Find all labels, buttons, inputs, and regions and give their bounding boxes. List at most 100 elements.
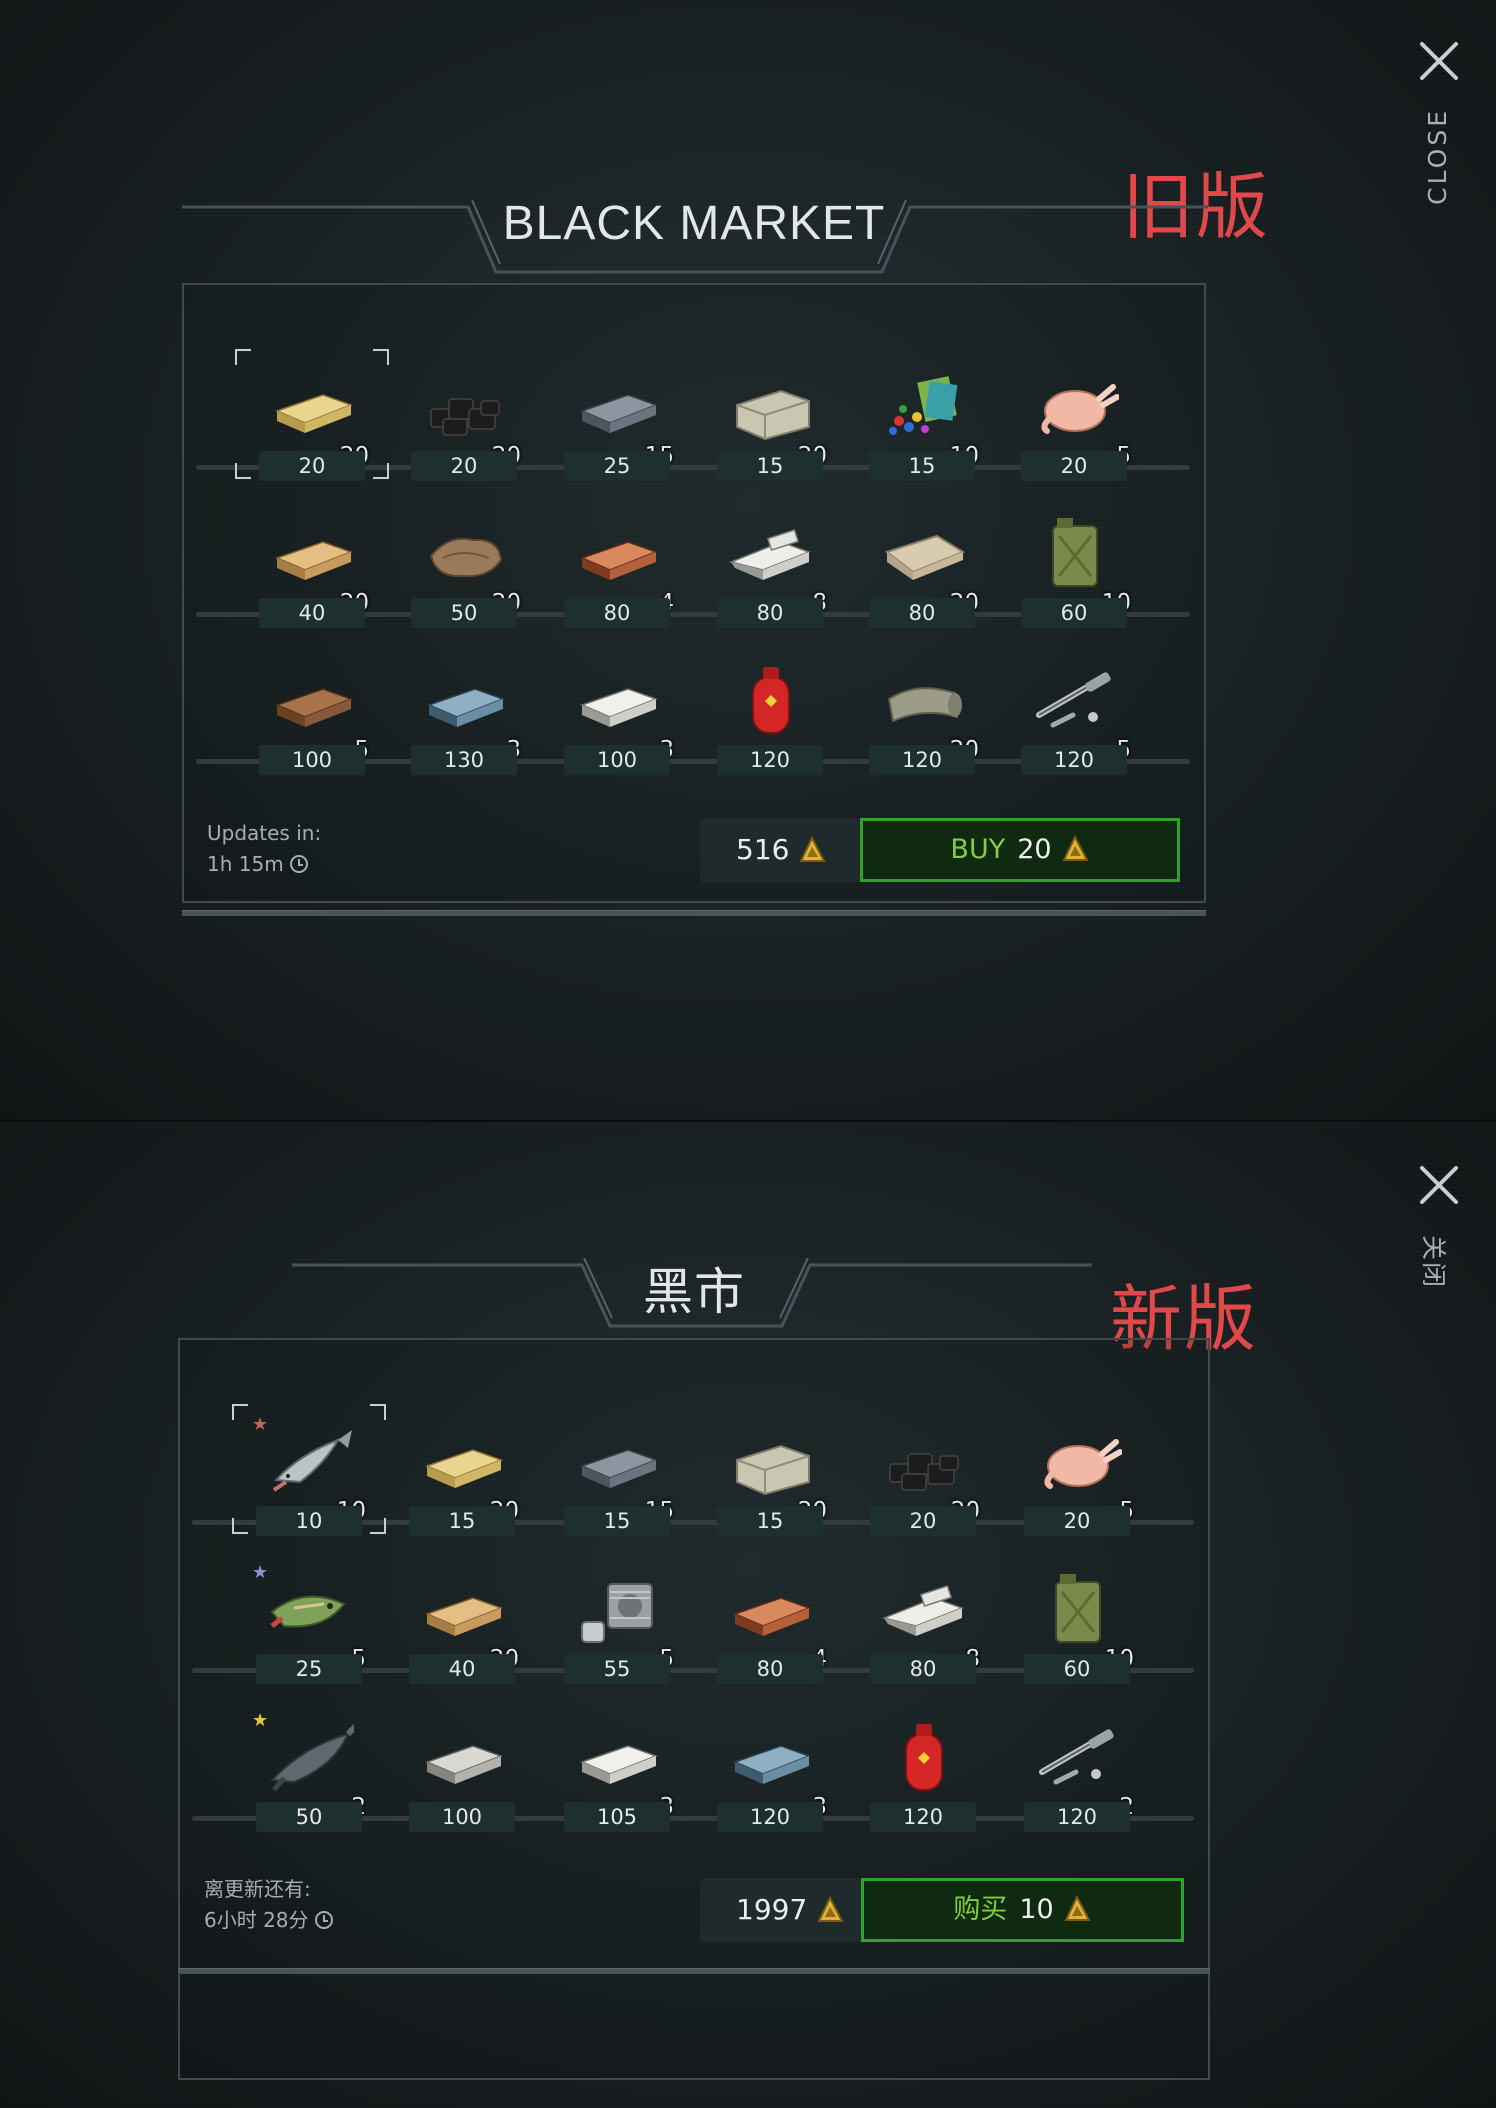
updates-time-value: 6小时 28分 xyxy=(204,1908,309,1932)
item-price: 20 xyxy=(411,451,517,481)
item-price: 25 xyxy=(564,451,670,481)
item-price: 10 xyxy=(256,1506,362,1536)
silver-bar-icon xyxy=(572,1716,662,1796)
item-price: 120 xyxy=(869,745,975,775)
coin-icon xyxy=(1061,834,1089,861)
selection-bracket xyxy=(235,463,251,479)
item-price: 80 xyxy=(717,1654,823,1684)
close-icon[interactable] xyxy=(1416,38,1462,84)
coal-icon xyxy=(419,365,509,445)
aluminum-bars-icon xyxy=(878,1568,968,1648)
iron-bar-icon xyxy=(572,365,662,445)
item-price: 15 xyxy=(564,1506,670,1536)
item-price: 100 xyxy=(409,1802,515,1832)
close-icon[interactable] xyxy=(1416,1162,1462,1208)
coin-icon xyxy=(799,835,827,862)
gas-cylinder-icon xyxy=(878,1716,968,1796)
black-market-panel-old: CLOSE 旧版 BLACK MARKET 20202020 152520151… xyxy=(0,0,1496,1120)
item-price: 120 xyxy=(1021,745,1127,775)
steel-bar-icon xyxy=(419,659,509,739)
buy-button[interactable]: BUY 20 xyxy=(860,818,1180,882)
update-timer: 离更新还有: 6小时 28分 xyxy=(204,1874,333,1936)
wood-plank-icon xyxy=(267,365,357,445)
currency-balance: 1997 xyxy=(700,1878,864,1942)
sturgeon-icon xyxy=(264,1716,359,1796)
updates-label: Updates in: xyxy=(207,821,322,845)
copper-bar-icon xyxy=(572,512,662,592)
steel-bar-icon xyxy=(725,1716,815,1796)
cloth-icon xyxy=(877,512,967,592)
update-timer: Updates in: 1h 15m xyxy=(207,818,321,880)
chemicals-icon xyxy=(877,365,967,445)
item-price: 80 xyxy=(870,1654,976,1684)
item-price: 80 xyxy=(564,598,670,628)
selection-bracket xyxy=(373,463,389,479)
coal-icon xyxy=(878,1420,968,1500)
selection-bracket xyxy=(232,1404,248,1420)
balance-value: 1997 xyxy=(736,1893,808,1926)
item-price: 15 xyxy=(409,1506,515,1536)
buy-cost: 20 xyxy=(1017,834,1052,865)
pike-icon xyxy=(264,1568,354,1648)
raw-chicken-icon xyxy=(1029,365,1120,445)
item-price: 120 xyxy=(717,745,823,775)
buy-cost: 10 xyxy=(1019,1894,1054,1925)
item-price: 60 xyxy=(1024,1654,1130,1684)
selection-bracket xyxy=(370,1404,386,1420)
stone-block-icon xyxy=(725,1420,815,1500)
gas-cylinder-icon xyxy=(725,659,815,739)
iron-bar-icon xyxy=(572,1420,662,1500)
updates-label: 离更新还有: xyxy=(204,1877,311,1901)
item-price: 20 xyxy=(1021,451,1127,481)
close-label[interactable]: 关闭 xyxy=(1417,1235,1453,1289)
frame-bottom-bar xyxy=(182,910,1206,916)
wood-plank-icon xyxy=(417,1420,507,1500)
wool-roll-icon xyxy=(877,659,967,739)
item-price: 120 xyxy=(870,1802,976,1832)
buy-label: 购买 xyxy=(953,1894,1008,1925)
coin-icon xyxy=(1064,1894,1091,1921)
rarity-star-icon: ★ xyxy=(252,1414,269,1435)
clock-icon xyxy=(314,1911,333,1929)
titanium-bar-icon xyxy=(417,1716,507,1796)
board-icon xyxy=(417,1568,507,1648)
currency-balance: 516 xyxy=(700,818,862,882)
buy-button[interactable]: 购买 10 xyxy=(861,1878,1184,1942)
rifle-parts-icon xyxy=(1032,1716,1122,1796)
item-price: 100 xyxy=(564,745,670,775)
rarity-star-icon: ★ xyxy=(252,1562,269,1583)
coin-icon xyxy=(817,1895,844,1922)
item-price: 55 xyxy=(564,1654,670,1684)
rifle-parts-icon xyxy=(1029,659,1119,739)
item-price: 15 xyxy=(717,451,823,481)
item-price: 60 xyxy=(1021,598,1127,628)
selection-bracket xyxy=(373,349,389,365)
updates-time: 6小时 28分 xyxy=(204,1905,333,1936)
item-price: 50 xyxy=(411,598,517,628)
selection-bracket xyxy=(370,1518,386,1534)
item-price: 80 xyxy=(869,598,975,628)
page-title: BLACK MARKET xyxy=(502,197,886,250)
item-price: 15 xyxy=(717,1506,823,1536)
item-price: 120 xyxy=(717,1802,823,1832)
item-price: 105 xyxy=(564,1802,670,1832)
leather-icon xyxy=(419,512,509,592)
raw-chicken-icon xyxy=(1032,1420,1123,1500)
engine-cylinder-icon xyxy=(572,1568,662,1648)
page-title: 黑市 xyxy=(643,1264,745,1320)
buy-label: BUY xyxy=(950,834,1006,865)
item-price: 100 xyxy=(259,745,365,775)
frame-bottom-bar xyxy=(178,1968,1210,1974)
item-price: 80 xyxy=(717,598,823,628)
item-price: 15 xyxy=(869,451,975,481)
updates-time: 1h 15m xyxy=(207,849,321,880)
selection-bracket xyxy=(235,349,251,365)
item-price: 40 xyxy=(409,1654,515,1684)
item-price: 20 xyxy=(259,451,365,481)
selection-bracket xyxy=(232,1518,248,1534)
updates-time-value: 1h 15m xyxy=(207,852,284,876)
stone-block-icon xyxy=(725,365,815,445)
close-label[interactable]: CLOSE xyxy=(1423,108,1452,205)
item-price: 40 xyxy=(259,598,365,628)
copper-bar-icon xyxy=(725,1568,815,1648)
